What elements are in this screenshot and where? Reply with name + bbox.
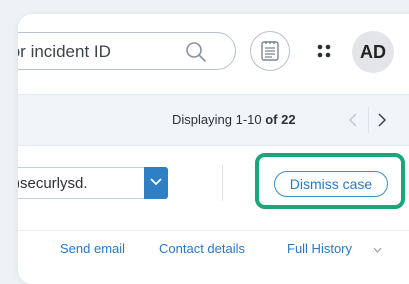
- links-divider: [18, 230, 409, 231]
- pagination-status: Displaying 1-10 of 22: [172, 112, 296, 127]
- chevron-down-icon[interactable]: [373, 247, 382, 253]
- action-divider: [222, 165, 223, 201]
- search-placeholder: ail or incident ID: [18, 42, 111, 61]
- search-input[interactable]: ail or incident ID: [18, 32, 236, 70]
- pagination-bar: Displaying 1-10 of 22: [18, 94, 409, 146]
- pager-divider: [368, 107, 369, 133]
- apps-grid-icon[interactable]: [316, 43, 332, 59]
- assignee-dropdown-button[interactable]: [144, 167, 168, 199]
- case-panel: ail or incident ID AD Displaying 1-10 of: [18, 14, 409, 284]
- pagination-range: Displaying 1-10: [172, 112, 262, 127]
- avatar[interactable]: AD: [352, 31, 394, 73]
- dismiss-case-button[interactable]: Dismiss case: [274, 171, 388, 197]
- notepad-icon: [261, 41, 279, 61]
- chevron-down-icon: [150, 178, 162, 186]
- search-icon[interactable]: [185, 41, 207, 63]
- notes-button[interactable]: [250, 31, 290, 71]
- chevron-left-icon[interactable]: [348, 113, 358, 127]
- chevron-right-icon[interactable]: [377, 113, 387, 127]
- full-history-link[interactable]: Full History: [287, 241, 352, 256]
- assignee-select[interactable]: )securlysd.: [18, 167, 168, 199]
- contact-details-link[interactable]: Contact details: [159, 241, 245, 256]
- send-email-link[interactable]: Send email: [60, 241, 125, 256]
- assignee-value: )securlysd.: [18, 175, 88, 192]
- pagination-total: 22: [281, 112, 296, 127]
- pagination-of: of: [265, 112, 278, 127]
